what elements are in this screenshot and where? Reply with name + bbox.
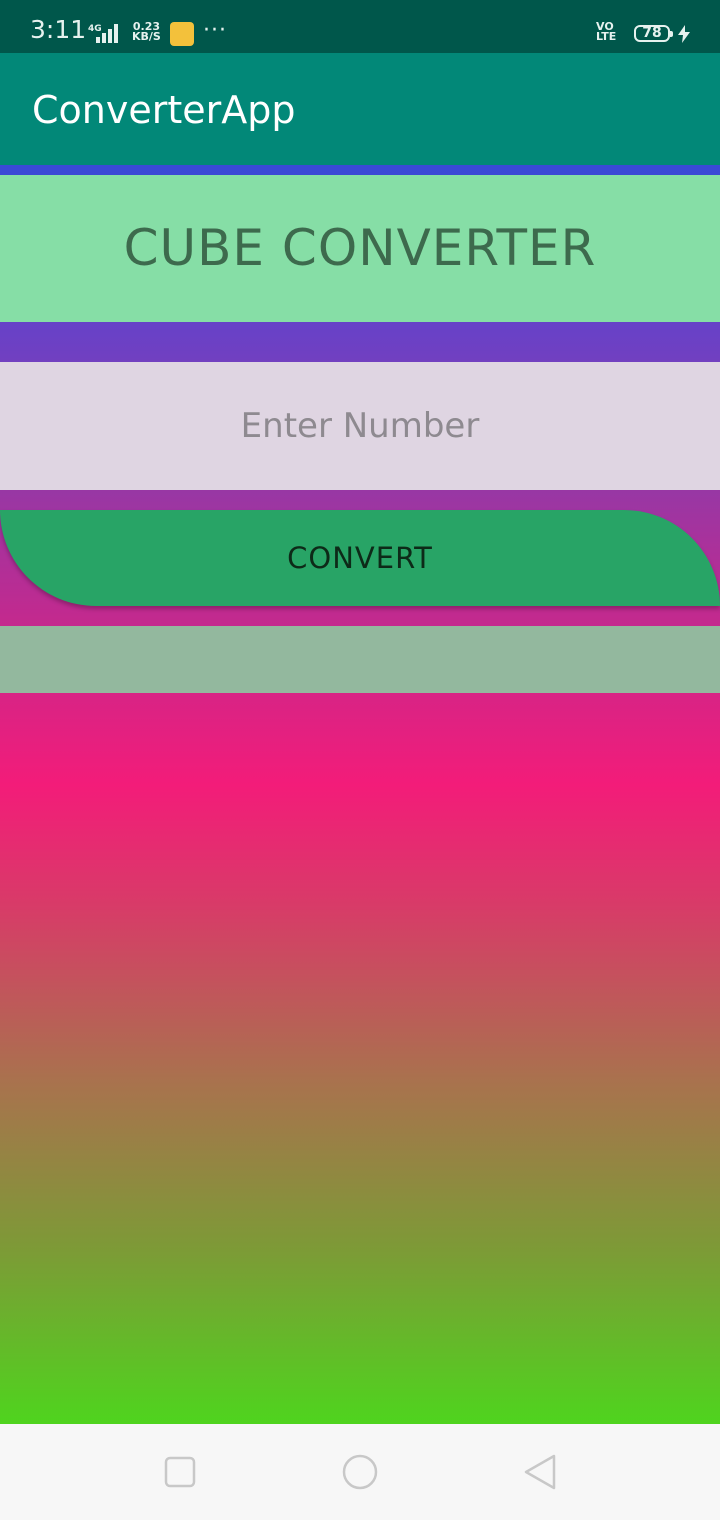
volte-bottom: LTE [596, 30, 617, 43]
convert-button[interactable]: CONVERT [0, 510, 720, 606]
home-icon[interactable] [340, 1454, 380, 1490]
main-content: CUBE CONVERTER CONVERT [0, 165, 720, 1424]
volte-indicator: VO LTE [596, 21, 617, 43]
app-title: ConverterApp [32, 88, 296, 132]
number-input[interactable] [0, 362, 720, 490]
network-speed: 0.23 KB/S [132, 21, 161, 43]
battery-icon: 78 [634, 25, 670, 42]
status-bar: 3:11 4G 0.23 KB/S ··· VO LTE 78 [0, 0, 720, 53]
battery-level: 78 [642, 25, 662, 41]
header-box: CUBE CONVERTER [0, 175, 720, 322]
recent-apps-icon[interactable] [160, 1454, 200, 1490]
result-display [0, 626, 720, 693]
app-notification-icon [170, 22, 194, 46]
back-icon[interactable] [520, 1454, 560, 1490]
navigation-bar [0, 1424, 720, 1520]
network-type: 4G [88, 24, 102, 34]
header-title: CUBE CONVERTER [123, 219, 597, 277]
battery-cap [670, 31, 673, 37]
more-notifications-icon: ··· [203, 18, 227, 43]
signal-icon: 4G [88, 24, 118, 43]
status-time: 3:11 [30, 15, 87, 44]
network-speed-unit: KB/S [132, 30, 161, 43]
app-bar: ConverterApp [0, 53, 720, 165]
charging-icon [678, 25, 690, 43]
